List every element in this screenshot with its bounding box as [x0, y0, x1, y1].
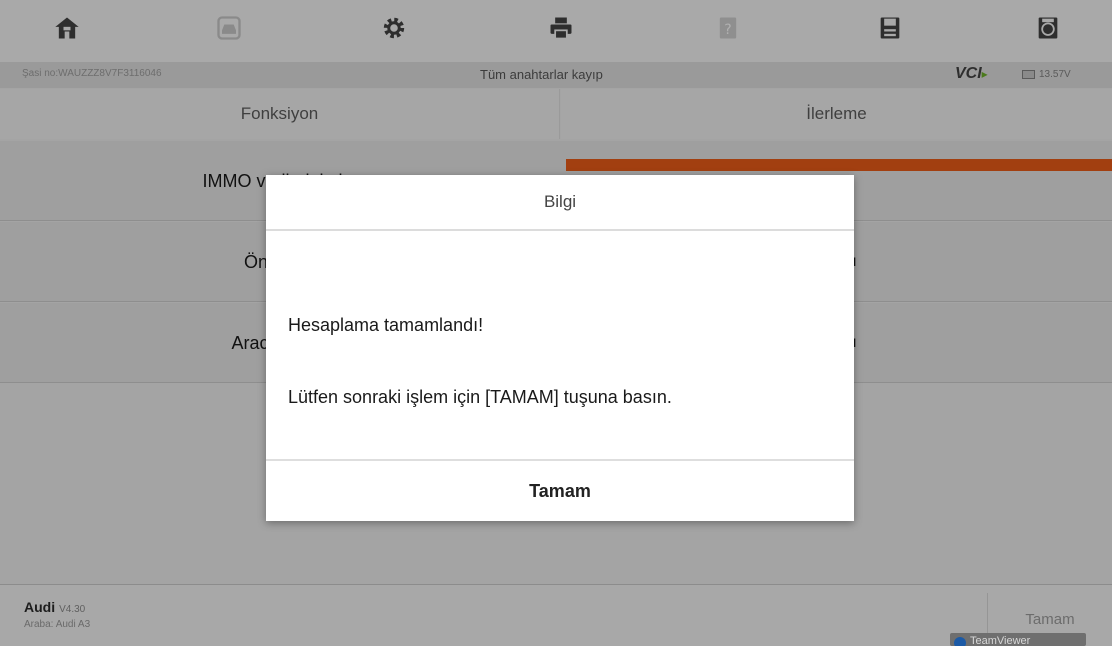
vin-label: Şasi no:WAUZZZ8V7F3116046 [22, 68, 162, 79]
vehicle-model: Araba: Audi A3 [24, 619, 91, 630]
dialog-ok-button[interactable]: Tamam [266, 461, 854, 521]
vci-label: VCI [955, 65, 982, 82]
battery-voltage: 13.57V [1022, 69, 1071, 80]
toolbar: ? [0, 0, 1112, 62]
bottom-bar: Audi V4.30 Araba: Audi A3 Tamam [0, 584, 1112, 646]
column-header-progress: İlerleme [561, 89, 1112, 139]
print-icon[interactable] [543, 10, 579, 46]
connection-icon: ▸ [981, 67, 988, 81]
settings-icon[interactable] [376, 10, 412, 46]
version-label: V4.30 [59, 604, 86, 615]
teamviewer-label: TeamViewer [970, 635, 1031, 646]
battery-icon [1022, 70, 1035, 79]
home-icon[interactable] [49, 10, 85, 46]
vehicle-icon[interactable] [211, 10, 247, 46]
dialog-instruction: Lütfen sonraki işlem için [TAMAM] tuşuna… [288, 387, 672, 407]
dialog-message: Hesaplama tamamlandı! [288, 315, 484, 335]
teamviewer-badge[interactable]: TeamViewer [950, 633, 1086, 646]
info-bar: Şasi no:WAUZZZ8V7F3116046 Tüm anahtarlar… [0, 62, 1112, 88]
save-icon[interactable] [872, 10, 908, 46]
make-label: Audi [24, 599, 56, 615]
column-header-function: Fonksiyon [0, 89, 560, 139]
bottom-ok-button[interactable]: Tamam [1000, 611, 1100, 628]
dialog-title: Bilgi [266, 175, 854, 231]
vci-status-icon: VCI▸ [955, 65, 988, 83]
vehicle-make: Audi V4.30 [24, 599, 85, 615]
help-icon[interactable]: ? [710, 10, 746, 46]
teamviewer-icon [954, 637, 966, 646]
mode-label: Tüm anahtarlar kayıp [480, 67, 603, 82]
svg-text:?: ? [724, 22, 731, 38]
info-dialog: Bilgi Hesaplama tamamlandı! Lütfen sonra… [266, 175, 854, 521]
data-logging-icon[interactable] [1030, 10, 1066, 46]
voltage-label: 13.57V [1039, 69, 1071, 80]
